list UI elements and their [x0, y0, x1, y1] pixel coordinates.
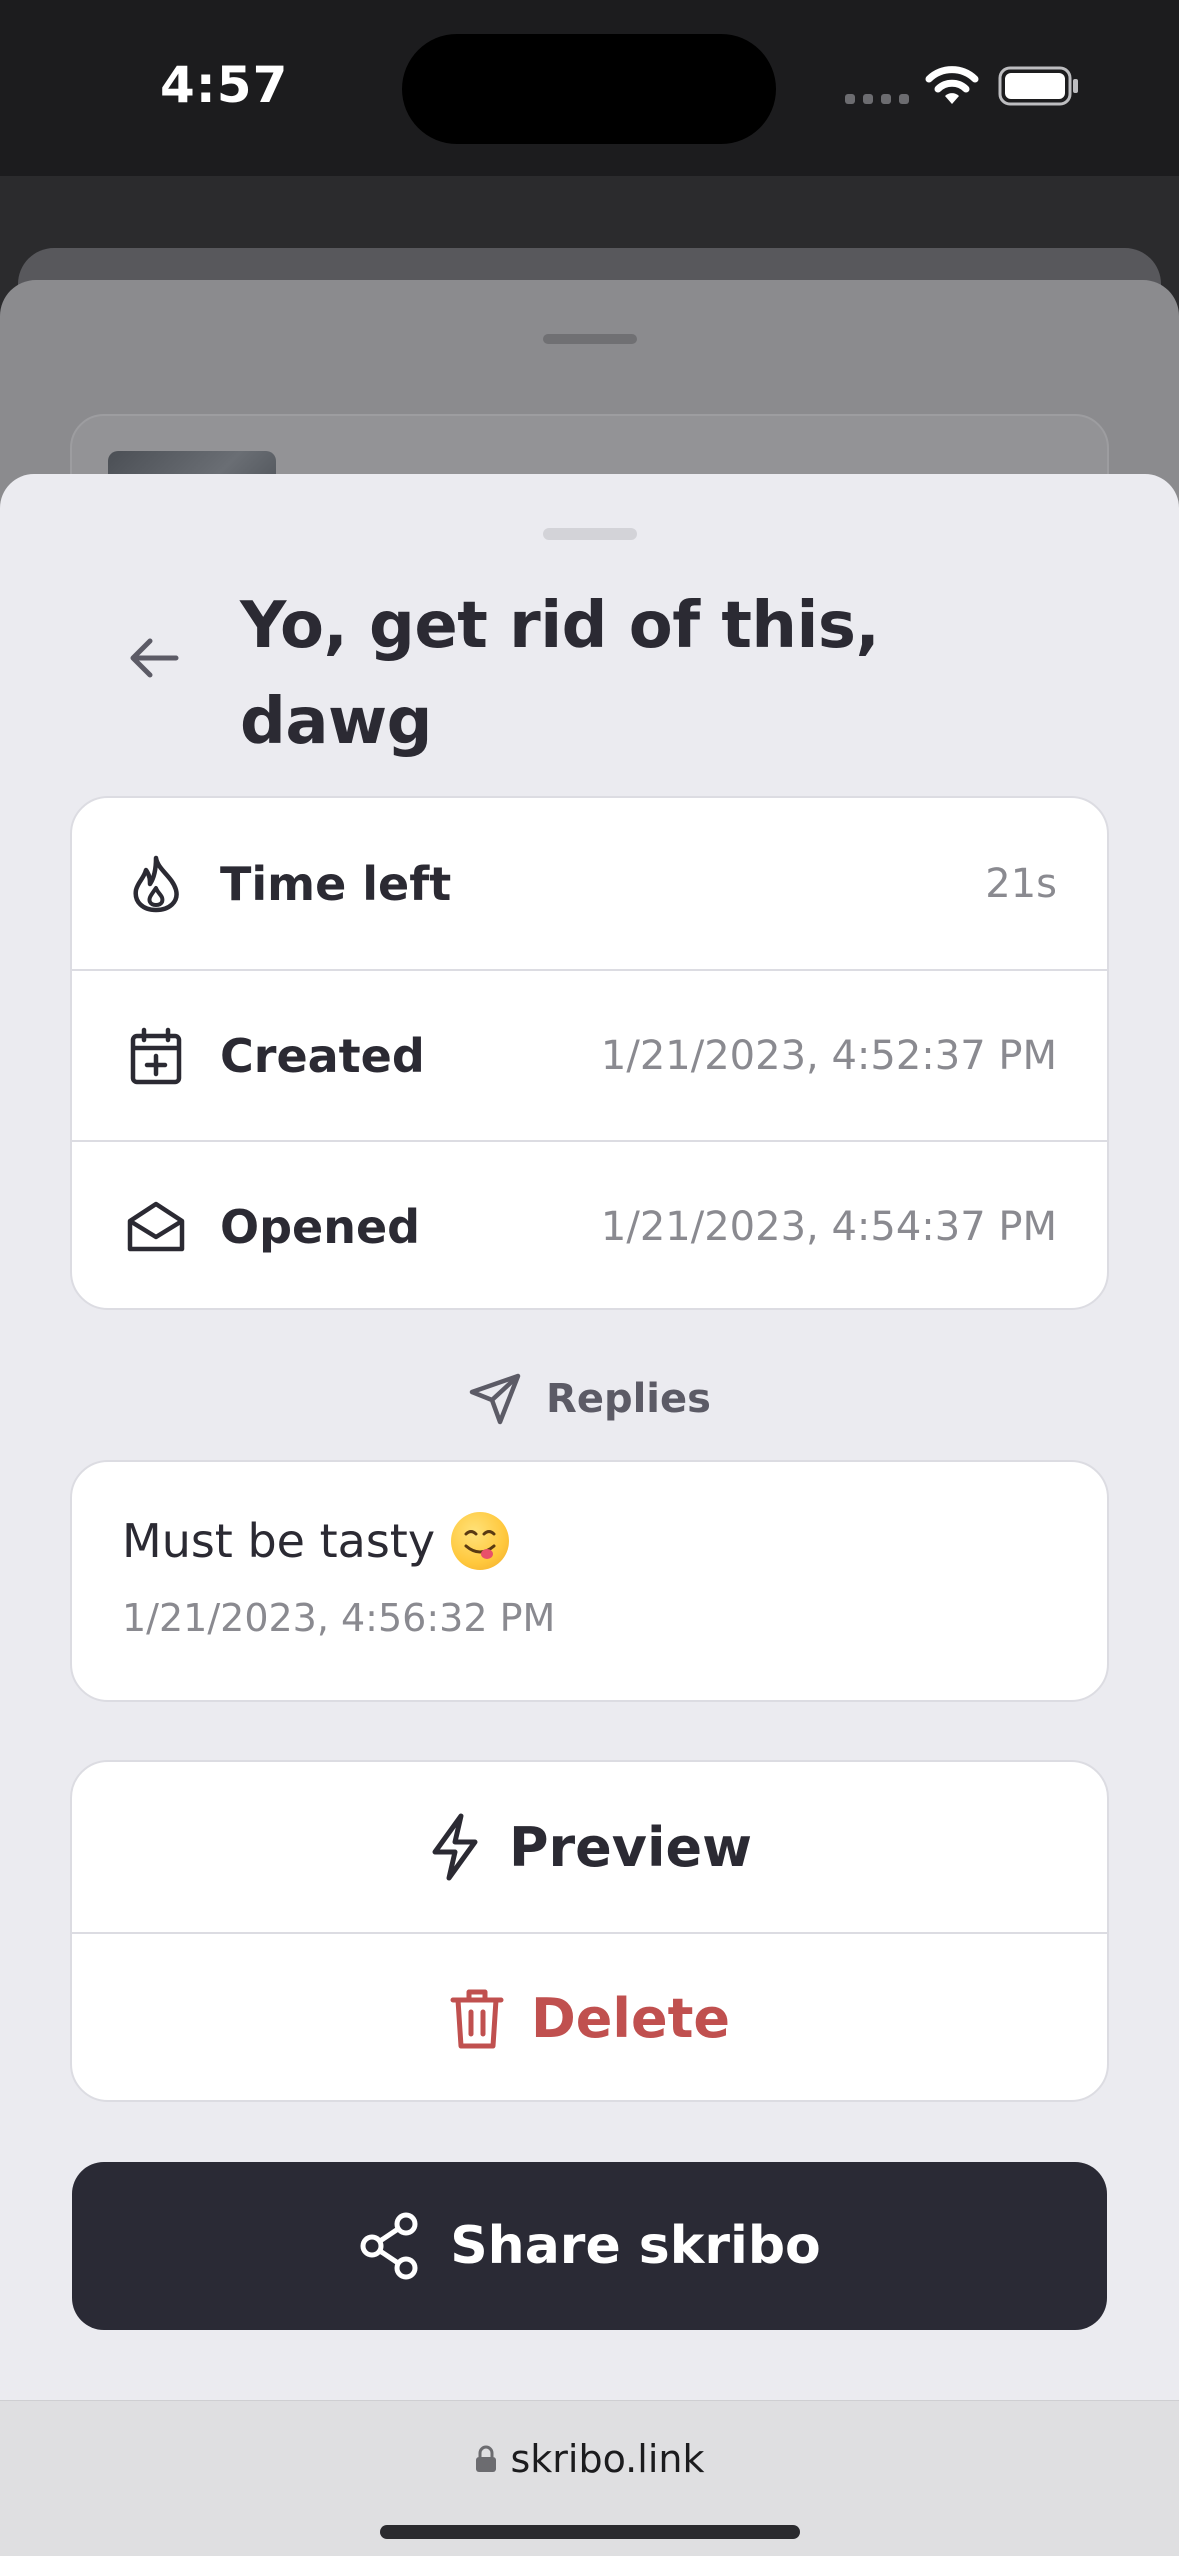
sheet-grabber[interactable]: [543, 528, 637, 540]
yum-emoji-icon: [451, 1512, 510, 1570]
share-icon: [360, 2212, 418, 2280]
dynamic-island: [402, 34, 776, 144]
status-time: 4:57: [160, 56, 289, 114]
battery-icon: [998, 66, 1078, 106]
info-value: 1/21/2023, 4:52:37 PM: [600, 1032, 1057, 1079]
replies-header: Replies: [0, 1364, 1179, 1434]
page-title: Yo, get rid of this, dawg: [240, 589, 880, 759]
url-text: skribo.link: [510, 2437, 705, 2481]
envelope-open-icon: [124, 1195, 188, 1259]
actions-card: Preview Delete: [70, 1760, 1109, 2102]
info-label: Opened: [220, 1199, 421, 1254]
wifi-icon: [925, 66, 979, 104]
info-label: Created: [220, 1028, 425, 1083]
browser-url-bar: skribo.link: [0, 2400, 1179, 2556]
lock-icon: [475, 2445, 496, 2472]
info-row-time-left: Time left 21s: [72, 798, 1107, 969]
url-display[interactable]: skribo.link: [0, 2437, 1179, 2481]
arrow-left-icon: [130, 638, 179, 678]
preview-button[interactable]: Preview: [72, 1762, 1107, 1932]
preview-label: Preview: [508, 1815, 753, 1879]
reply-message: Must be tasty: [122, 1512, 1057, 1570]
status-bar: 4:57: [0, 0, 1179, 176]
send-icon: [469, 1373, 521, 1425]
info-value: 21s: [985, 860, 1057, 907]
delete-label: Delete: [530, 1986, 731, 2050]
reply-card: Must be tasty 1/21/2023, 4:56:32 PM: [70, 1460, 1109, 1702]
share-label: Share skribo: [450, 2216, 821, 2276]
cellular-signal-icon: [845, 94, 909, 104]
calendar-plus-icon: [124, 1024, 188, 1088]
info-row-opened: Opened 1/21/2023, 4:54:37 PM: [72, 1140, 1107, 1308]
share-button[interactable]: Share skribo: [72, 2162, 1107, 2330]
home-indicator[interactable]: [380, 2525, 800, 2539]
info-row-created: Created 1/21/2023, 4:52:37 PM: [72, 969, 1107, 1140]
flame-icon: [124, 852, 188, 916]
background-sheet-handle: [543, 334, 637, 344]
info-label: Time left: [220, 856, 452, 911]
info-card: Time left 21s Created 1/21/2023, 4:52:37…: [70, 796, 1109, 1310]
trash-icon: [450, 1989, 504, 2049]
reply-timestamp: 1/21/2023, 4:56:32 PM: [122, 1596, 556, 1640]
info-value: 1/21/2023, 4:54:37 PM: [600, 1203, 1057, 1250]
lightning-icon: [432, 1813, 478, 1881]
back-button[interactable]: [118, 622, 190, 694]
reply-text: Must be tasty: [122, 1514, 436, 1568]
detail-sheet: Yo, get rid of this, dawg Time left 21s: [0, 474, 1179, 2400]
replies-label: Replies: [546, 1376, 711, 1422]
delete-button[interactable]: Delete: [72, 1932, 1107, 2100]
